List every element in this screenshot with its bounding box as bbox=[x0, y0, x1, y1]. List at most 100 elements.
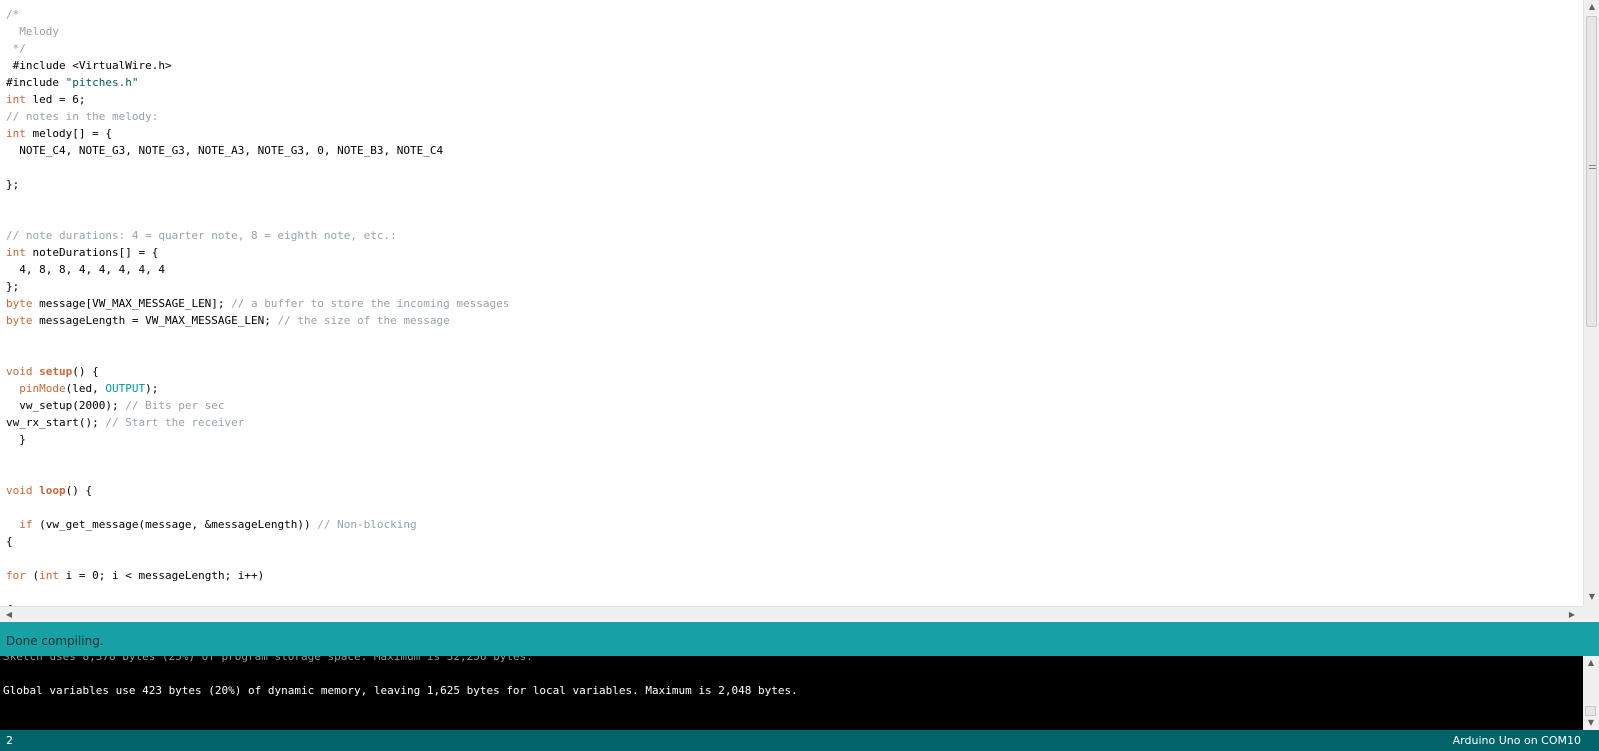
code-token: ( bbox=[25, 569, 40, 582]
code-line[interactable]: int led = 6; bbox=[6, 91, 509, 108]
code-line[interactable]: int melody[] = { bbox=[6, 125, 509, 142]
line-number: 2 bbox=[6, 734, 13, 747]
code-line[interactable]: void setup() { bbox=[6, 363, 509, 380]
console-line: Sketch uses 8,378 bytes (25%) of program… bbox=[3, 656, 533, 663]
code-token: ); bbox=[145, 382, 159, 395]
code-token: // Bits per sec bbox=[125, 399, 225, 412]
code-line[interactable]: byte messageLength = VW_MAX_MESSAGE_LEN;… bbox=[6, 312, 509, 329]
code-token: #include bbox=[6, 76, 66, 89]
code-line[interactable]: 4, 8, 8, 4, 4, 4, 4, 4 bbox=[6, 261, 509, 278]
code-token: vw_setup(2000); bbox=[6, 399, 126, 412]
code-token: noteDurations[] = { bbox=[25, 246, 159, 259]
code-line[interactable]: }; bbox=[6, 176, 509, 193]
code-line[interactable]: int noteDurations[] = { bbox=[6, 244, 509, 261]
code-line[interactable] bbox=[6, 346, 509, 363]
scrollbar-corner bbox=[1583, 606, 1599, 622]
code-token: for bbox=[6, 569, 26, 582]
code-token: Melody bbox=[6, 25, 59, 38]
console-text: Sketch uses 8,378 bytes (25%) of program… bbox=[3, 656, 798, 699]
scroll-down-icon[interactable]: ▼ bbox=[1584, 590, 1599, 604]
code-token: #include <VirtualWire.h> bbox=[6, 59, 172, 72]
code-line[interactable] bbox=[6, 329, 509, 346]
code-token: void bbox=[6, 365, 33, 378]
code-token: NOTE_C4, NOTE_G3, NOTE_G3, NOTE_A3, NOTE… bbox=[6, 144, 444, 157]
code-line[interactable]: byte message[VW_MAX_MESSAGE_LEN]; // a b… bbox=[6, 295, 509, 312]
code-token: (led, bbox=[65, 382, 106, 395]
code-line[interactable]: #include <VirtualWire.h> bbox=[6, 57, 509, 74]
code-token: // notes in the melody: bbox=[6, 110, 159, 123]
console-scroll-up-icon[interactable]: ▲ bbox=[1583, 656, 1599, 670]
code-line[interactable] bbox=[6, 499, 509, 516]
code-token: 4, 8, 8, 4, 4, 4, 4, 4 bbox=[6, 263, 165, 276]
code-token: // Start the receiver bbox=[105, 416, 245, 429]
code-token: if bbox=[19, 518, 33, 531]
code-token: setup bbox=[39, 365, 73, 378]
code-line[interactable] bbox=[6, 465, 509, 482]
code-token: i = 0; i < messageLength; i++) bbox=[59, 569, 265, 582]
code-line[interactable] bbox=[6, 448, 509, 465]
scroll-left-icon[interactable]: ◀ bbox=[2, 607, 16, 623]
output-console[interactable]: Sketch uses 8,378 bytes (25%) of program… bbox=[0, 656, 1583, 730]
code-line[interactable]: /* bbox=[6, 6, 509, 23]
code-line[interactable]: vw_rx_start(); // Start the receiver bbox=[6, 414, 509, 431]
code-line[interactable]: } bbox=[6, 431, 509, 448]
editor-scroll-thumb[interactable] bbox=[1586, 16, 1597, 327]
code-token: led = 6; bbox=[25, 93, 86, 106]
code-line[interactable]: for (int i = 0; i < messageLength; i++) bbox=[6, 567, 509, 584]
code-line[interactable]: Melody bbox=[6, 23, 509, 40]
code-token: pinMode bbox=[19, 382, 66, 395]
code-token: // the size of the message bbox=[277, 314, 450, 327]
code-token: } bbox=[6, 433, 26, 446]
code-line[interactable]: // note durations: 4 = quarter note, 8 =… bbox=[6, 227, 509, 244]
code-token: /* bbox=[6, 8, 20, 21]
footer-bar: 2 Arduino Uno on COM10 bbox=[0, 730, 1599, 751]
code-token: melody[] = { bbox=[25, 127, 112, 140]
code-line[interactable] bbox=[6, 584, 509, 601]
code-line[interactable] bbox=[6, 210, 509, 227]
code-line[interactable]: void loop() { bbox=[6, 482, 509, 499]
code-token: () { bbox=[72, 365, 99, 378]
code-line[interactable] bbox=[6, 159, 509, 176]
code-token: byte bbox=[6, 297, 33, 310]
code-token: void bbox=[6, 484, 33, 497]
console-line: Global variables use 423 bytes (20%) of … bbox=[3, 684, 798, 697]
code-token: int bbox=[39, 569, 59, 582]
code-line[interactable]: }; bbox=[6, 278, 509, 295]
code-token: { bbox=[6, 535, 13, 548]
code-token: loop bbox=[39, 484, 66, 497]
editor-horizontal-scrollbar[interactable]: ◀ ▶ bbox=[0, 606, 1583, 622]
code-token: }; bbox=[6, 280, 20, 293]
code-token: message[VW_MAX_MESSAGE_LEN]; bbox=[32, 297, 232, 310]
code-line[interactable]: #include "pitches.h" bbox=[6, 74, 509, 91]
code-editor[interactable]: /* Melody */ #include <VirtualWire.h> #in… bbox=[0, 0, 1583, 606]
code-token: // a buffer to store the incoming messag… bbox=[231, 297, 510, 310]
code-line[interactable]: { bbox=[6, 533, 509, 550]
code-token: "pitches.h" bbox=[65, 76, 139, 89]
code-line[interactable]: vw_setup(2000); // Bits per sec bbox=[6, 397, 509, 414]
board-port-label: Arduino Uno on COM10 bbox=[1452, 734, 1581, 747]
code-line[interactable]: */ bbox=[6, 40, 509, 57]
console-scroll-thumb[interactable] bbox=[1585, 706, 1596, 716]
code-token: int bbox=[6, 127, 26, 140]
code-token: */ bbox=[6, 42, 26, 55]
code-line[interactable] bbox=[6, 550, 509, 567]
code-line[interactable]: pinMode(led, OUTPUT); bbox=[6, 380, 509, 397]
editor-vertical-scrollbar[interactable]: ▲ ▼ bbox=[1583, 0, 1599, 606]
code-token: byte bbox=[6, 314, 33, 327]
code-line[interactable]: NOTE_C4, NOTE_G3, NOTE_G3, NOTE_A3, NOTE… bbox=[6, 142, 509, 159]
code-token: OUTPUT bbox=[105, 382, 146, 395]
console-scroll-down-icon[interactable]: ▼ bbox=[1583, 716, 1599, 730]
scroll-up-icon[interactable]: ▲ bbox=[1584, 0, 1599, 14]
code-token: // Non-blocking bbox=[317, 518, 417, 531]
code-line[interactable]: // notes in the melody: bbox=[6, 108, 509, 125]
code-line[interactable]: if (vw_get_message(message, &messageLeng… bbox=[6, 516, 509, 533]
status-bar: Done compiling. bbox=[0, 622, 1599, 656]
code-text[interactable]: /* Melody */ #include <VirtualWire.h> #in… bbox=[6, 6, 509, 606]
scroll-right-icon[interactable]: ▶ bbox=[1565, 607, 1579, 623]
code-token: messageLength = VW_MAX_MESSAGE_LEN; bbox=[32, 314, 278, 327]
console-vertical-scrollbar[interactable]: ▲ ▼ bbox=[1583, 656, 1599, 730]
code-line[interactable] bbox=[6, 193, 509, 210]
